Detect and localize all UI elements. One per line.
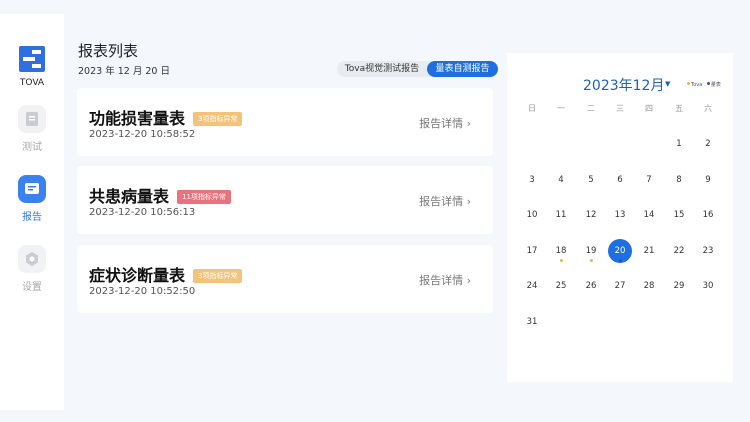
caret-down-icon[interactable]: ▼ xyxy=(665,80,670,88)
calendar-day[interactable]: 15 xyxy=(667,210,691,220)
legend-dot xyxy=(687,82,690,85)
calendar-day[interactable]: 31 xyxy=(520,317,544,327)
weekday-label: 四 xyxy=(645,104,653,113)
sidebar-item-label: 设置 xyxy=(22,282,42,293)
calendar-day[interactable]: 28 xyxy=(637,281,661,291)
report-name: 共患病量表 11项指标异常 xyxy=(89,183,231,207)
report-title: 功能损害量表 xyxy=(89,109,186,128)
legend-label: Tova xyxy=(691,82,703,88)
abnormal-badge: 11项指标异常 xyxy=(177,190,231,204)
calendar-day[interactable]: 16 xyxy=(696,210,720,220)
calendar-legend: Tova 量表 xyxy=(687,81,721,88)
sidebar-item-settings[interactable]: 设置 xyxy=(0,245,64,293)
sidebar-item-label: 测试 xyxy=(22,142,42,153)
calendar-day[interactable]: 22 xyxy=(667,246,691,256)
weekday-label: 一 xyxy=(557,104,565,113)
report-detail-link[interactable]: 报告详情 › xyxy=(419,272,471,288)
report-card[interactable]: 症状诊断量表 3项指标异常 2023-12-20 10:52:50 报告详情 › xyxy=(77,245,493,313)
page-title: 报表列表 xyxy=(78,42,139,60)
calendar-day[interactable]: 24 xyxy=(520,281,544,291)
weekday-label: 三 xyxy=(616,104,624,113)
weekday-label: 六 xyxy=(704,104,712,113)
calendar-day[interactable]: 13 xyxy=(608,210,632,220)
report-time: 2023-12-20 10:58:52 xyxy=(89,129,196,140)
tab-tova-report[interactable]: Tova视觉测试报告 xyxy=(337,61,427,77)
calendar-day[interactable]: 29 xyxy=(667,281,691,291)
sidebar-item-report[interactable]: 报告 xyxy=(0,175,64,223)
calendar-day[interactable]: 3 xyxy=(520,175,544,185)
calendar-day[interactable]: 1 xyxy=(667,139,691,149)
tab-scale-report[interactable]: 量表自测报告 xyxy=(427,61,498,77)
legend-label: 量表 xyxy=(710,82,721,88)
gear-icon xyxy=(18,245,46,273)
calendar-day[interactable]: 5 xyxy=(579,175,603,185)
calendar-day[interactable]: 2 xyxy=(696,139,720,149)
report-time: 2023-12-20 10:52:50 xyxy=(89,286,196,297)
calendar-day[interactable]: 25 xyxy=(549,281,573,291)
calendar-day[interactable]: 17 xyxy=(520,246,544,256)
calendar-day[interactable]: 11 xyxy=(549,210,573,220)
calendar-day[interactable]: 6 xyxy=(608,175,632,185)
report-title: 共患病量表 xyxy=(89,187,170,206)
report-icon xyxy=(18,175,46,203)
calendar-day[interactable]: 26 xyxy=(579,281,603,291)
calendar-day[interactable]: 23 xyxy=(696,246,720,256)
sidebar-item-label: 报告 xyxy=(22,212,42,223)
record-dot xyxy=(589,258,593,262)
calendar-month-title[interactable]: 2023年12月 xyxy=(583,75,664,95)
calendar: 2023年12月 ▼ Tova 量表 日一二三四五六 1 2 3 4 5 6 7 8 9 10 11 1… xyxy=(507,53,733,382)
report-title: 症状诊断量表 xyxy=(89,266,186,285)
calendar-day[interactable]: 18 xyxy=(549,246,573,256)
report-name: 症状诊断量表 3项指标异常 xyxy=(89,262,243,286)
sidebar: TOVA 测试 报告 设置 xyxy=(0,14,64,410)
weekday-label: 二 xyxy=(587,104,595,113)
calendar-day[interactable]: 8 xyxy=(667,175,691,185)
calendar-day[interactable]: 19 xyxy=(579,246,603,256)
calendar-day[interactable]: 10 xyxy=(520,210,544,220)
report-card[interactable]: 共患病量表 11项指标异常 2023-12-20 10:56:13 报告详情 › xyxy=(77,166,493,234)
app-name: TOVA xyxy=(19,78,45,88)
report-card[interactable]: 功能损害量表 3项指标异常 2023-12-20 10:58:52 报告详情 › xyxy=(77,88,493,156)
report-detail-link[interactable]: 报告详情 › xyxy=(419,193,471,209)
abnormal-badge: 3项指标异常 xyxy=(193,269,243,283)
weekday-label: 五 xyxy=(675,104,683,113)
current-date: 2023 年 12 月 20 日 xyxy=(78,66,170,77)
sidebar-item-test[interactable]: 测试 xyxy=(0,105,64,153)
tova-logo-icon xyxy=(19,46,45,72)
weekday-label: 日 xyxy=(528,104,536,113)
abnormal-badge: 3项指标异常 xyxy=(193,112,243,126)
calendar-day[interactable]: 21 xyxy=(637,246,661,256)
calendar-day[interactable]: 7 xyxy=(637,175,661,185)
record-dot xyxy=(618,258,622,262)
legend-dot xyxy=(706,82,710,85)
report-type-tabs: Tova视觉测试报告 量表自测报告 xyxy=(337,61,498,77)
calendar-day[interactable]: 14 xyxy=(637,210,661,220)
report-detail-link[interactable]: 报告详情 › xyxy=(419,115,471,131)
report-name: 功能损害量表 3项指标异常 xyxy=(89,105,243,129)
report-time: 2023-12-20 10:56:13 xyxy=(89,207,196,218)
calendar-day[interactable]: 27 xyxy=(608,281,632,291)
calendar-day[interactable]: 9 xyxy=(696,175,720,185)
calendar-day[interactable]: 12 xyxy=(579,210,603,220)
calendar-day[interactable]: 30 xyxy=(696,281,720,291)
calendar-day[interactable]: 4 xyxy=(549,175,573,185)
record-dot xyxy=(559,258,563,262)
document-icon xyxy=(18,105,46,133)
